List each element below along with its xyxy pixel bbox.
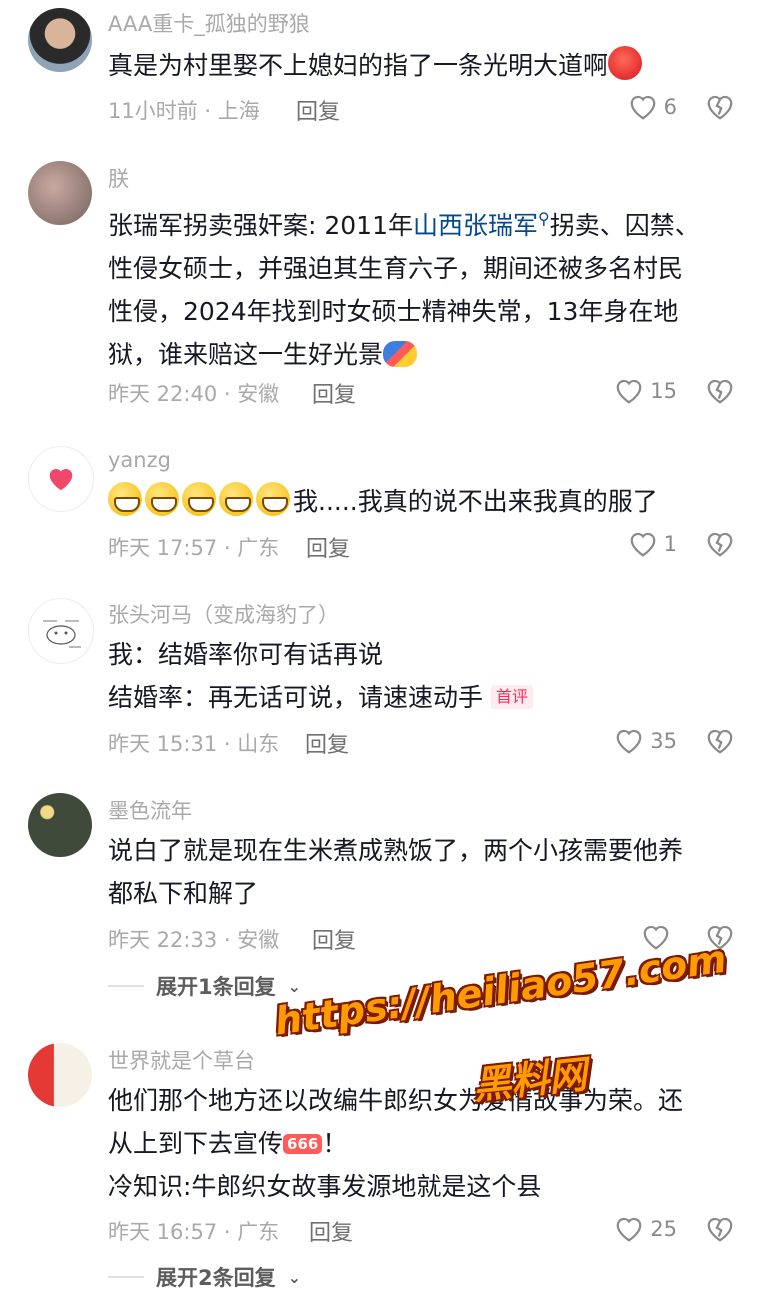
timestamp: 昨天 17:57 [108,536,218,560]
like-button[interactable]: 6 [628,90,677,124]
like-button[interactable]: 1 [628,527,677,561]
username[interactable]: 朕 [108,163,129,193]
timestamp: 昨天 22:33 [108,928,218,952]
like-button[interactable]: 15 [614,374,677,408]
expand-label: 展开1条回复 [156,975,276,999]
location: 广东 [237,536,280,560]
comment-line: 性侵女硕士，并强迫其生育六子，期间还被多名村民 [108,254,684,283]
location: 山东 [237,732,280,756]
comment-line: 我.....我真的说不出来我真的服了 [293,487,658,516]
comment-text: 张瑞军拐卖强奸案: 2011年山西张瑞军⚲拐卖、囚禁、 性侵女硕士，并强迫其生育… [108,197,738,376]
broken-heart-icon[interactable] [705,376,735,406]
heart-icon [630,532,656,557]
comment-line: 真是为村里娶不上媳妇的指了一条光明大道啊 [108,51,609,80]
first-comment-badge: 首评 [491,685,534,709]
reply-button[interactable]: 回复 [312,377,356,409]
broken-heart-icon[interactable] [705,92,735,122]
grinning-face-icon [256,482,290,516]
avatar[interactable] [28,446,94,512]
heart-icon [630,95,656,120]
like-count: 15 [650,379,677,403]
broken-heart-icon[interactable] [705,1214,735,1244]
username[interactable]: AAA重卡_孤独的野狼 [108,8,310,38]
divider [108,985,144,987]
search-link[interactable]: 山西张瑞军 [413,211,538,240]
comment-text: 我.....我真的说不出来我真的服了 [108,480,738,523]
timestamp: 昨天 15:31 [108,732,218,756]
comment-line: 说白了就是现在生米煮成熟饭了，两个小孩需要他养 [108,836,684,865]
sleeping-emoji-icon [383,341,418,367]
expand-label: 展开2条回复 [156,1266,276,1290]
username[interactable]: yanzg [108,448,171,472]
comment-text: 他们那个地方还以改编牛郎织女为爱情故事为荣。还 从上到下去宣传 666！ 冷知识:… [108,1079,738,1208]
avatar[interactable] [28,8,92,72]
like-count: 35 [650,729,677,753]
heart-icon [616,379,642,404]
chevron-down-icon: ⌄ [287,1267,302,1287]
comment-line: 冷知识:牛郎织女故事发源地就是这个县 [108,1172,542,1201]
timestamp: 昨天 22:40 [108,382,218,406]
comment-line: 性侵，2024年找到时女硕士精神失常，13年身在地 [108,297,679,326]
reply-button[interactable]: 回复 [305,727,349,759]
comment-meta: 昨天 16:57 · 广东 [108,1220,280,1244]
location: 广东 [237,1220,280,1244]
grinning-face-icon [182,482,216,516]
comment-line: 狱，谁来赔这一生好光景 [108,340,384,369]
heart-icon [616,729,642,754]
comment-text: 说白了就是现在生米煮成熟饭了，两个小孩需要他养 都私下和解了 [108,829,738,915]
like-button[interactable]: 25 [614,1212,677,1246]
location: 安徽 [237,382,280,406]
comment-meta: 昨天 17:57 · 广东 [108,536,280,560]
comment-meta: 昨天 22:40 · 安徽 [108,382,280,406]
like-count: 6 [663,95,677,119]
comment-line: ！ [322,1129,348,1158]
chevron-down-icon: ⌄ [287,976,302,996]
location: 安徽 [237,928,280,952]
comment-text: 真是为村里娶不上媳妇的指了一条光明大道啊 [108,44,738,87]
timestamp: 昨天 16:57 [108,1220,218,1244]
comment-meta: 11小时前 · 上海 [108,99,260,123]
broken-heart-icon[interactable] [705,529,735,559]
angry-face-icon [608,46,643,80]
like-button[interactable]: 35 [614,724,677,758]
reply-button[interactable]: 回复 [306,531,350,563]
666-emoji-icon: 666 [283,1134,323,1154]
expand-replies-button[interactable]: 展开2条回复 ⌄ [108,1262,301,1292]
comment-meta: 昨天 15:31 · 山东 [108,732,280,756]
grinning-face-icon [108,482,142,516]
like-count: 25 [650,1217,677,1241]
username[interactable]: 世界就是个草台 [108,1045,255,1075]
divider [108,1276,144,1278]
comment-line: 都私下和解了 [108,879,259,908]
grinning-face-icon [219,482,253,516]
reply-button[interactable]: 回复 [312,923,356,955]
avatar[interactable] [28,598,94,664]
username[interactable]: 墨色流年 [108,795,192,825]
comment-meta: 昨天 22:33 · 安徽 [108,928,280,952]
heart-icon [616,1217,642,1242]
comment-line: 拐卖、囚禁、 [549,211,700,240]
grinning-face-icon [145,482,179,516]
timestamp: 11小时前 [108,99,198,123]
location: 上海 [217,99,260,123]
search-icon: ⚲ [538,209,550,228]
doodle-avatar-icon [43,620,81,648]
username[interactable]: 张头河马（变成海豹了） [108,599,339,629]
comment-line: 他们那个地方还以改编牛郎织女为爱情故事为荣。还 [108,1086,684,1115]
heart-avatar-icon [49,469,73,491]
comment-line: 张瑞军拐卖强奸案: 2011年 [108,211,413,240]
comment-line: 从上到下去宣传 [108,1129,284,1158]
comment-line: 结婚率：再无话可说，请速速动手 [108,683,484,712]
reply-button[interactable]: 回复 [309,1215,353,1247]
avatar[interactable] [28,793,92,857]
broken-heart-icon[interactable] [705,726,735,756]
like-count: 1 [663,532,677,556]
reply-button[interactable]: 回复 [296,94,340,126]
expand-replies-button[interactable]: 展开1条回复 ⌄ [108,971,301,1001]
avatar[interactable] [28,1043,92,1107]
comment-line: 我：结婚率你可有话再说 [108,640,384,669]
comment-text: 我：结婚率你可有话再说 结婚率：再无话可说，请速速动手 首评 [108,633,738,719]
avatar[interactable] [28,161,92,225]
